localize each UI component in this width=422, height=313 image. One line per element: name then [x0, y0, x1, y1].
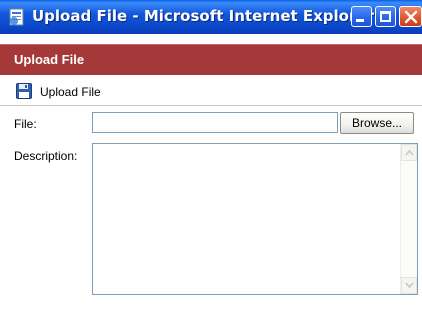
close-icon [404, 10, 418, 24]
minimize-button[interactable] [351, 6, 372, 27]
close-button[interactable] [399, 6, 422, 27]
description-scrollbar[interactable] [400, 144, 417, 294]
file-label: File: [14, 117, 37, 131]
toolbar: Upload File [0, 78, 422, 106]
browse-button[interactable]: Browse... [340, 112, 414, 134]
ie-page-icon [9, 8, 24, 26]
maximize-button[interactable] [375, 6, 396, 27]
window-title: Upload File - Microsoft Internet Explore… [32, 7, 374, 25]
description-textarea[interactable] [92, 143, 418, 295]
floppy-disk-icon [16, 83, 32, 99]
chevron-down-icon [405, 282, 414, 289]
description-label: Description: [14, 149, 78, 163]
chevron-up-icon [405, 149, 414, 156]
file-path-input[interactable] [92, 112, 338, 133]
window-titlebar[interactable]: Upload File - Microsoft Internet Explore… [0, 0, 422, 34]
upload-file-label: Upload File [40, 85, 101, 99]
dialog-title: Upload File [14, 52, 85, 67]
scroll-up-button[interactable] [401, 144, 417, 161]
scroll-down-button[interactable] [401, 277, 417, 294]
dialog-header: Upload File [0, 44, 422, 75]
